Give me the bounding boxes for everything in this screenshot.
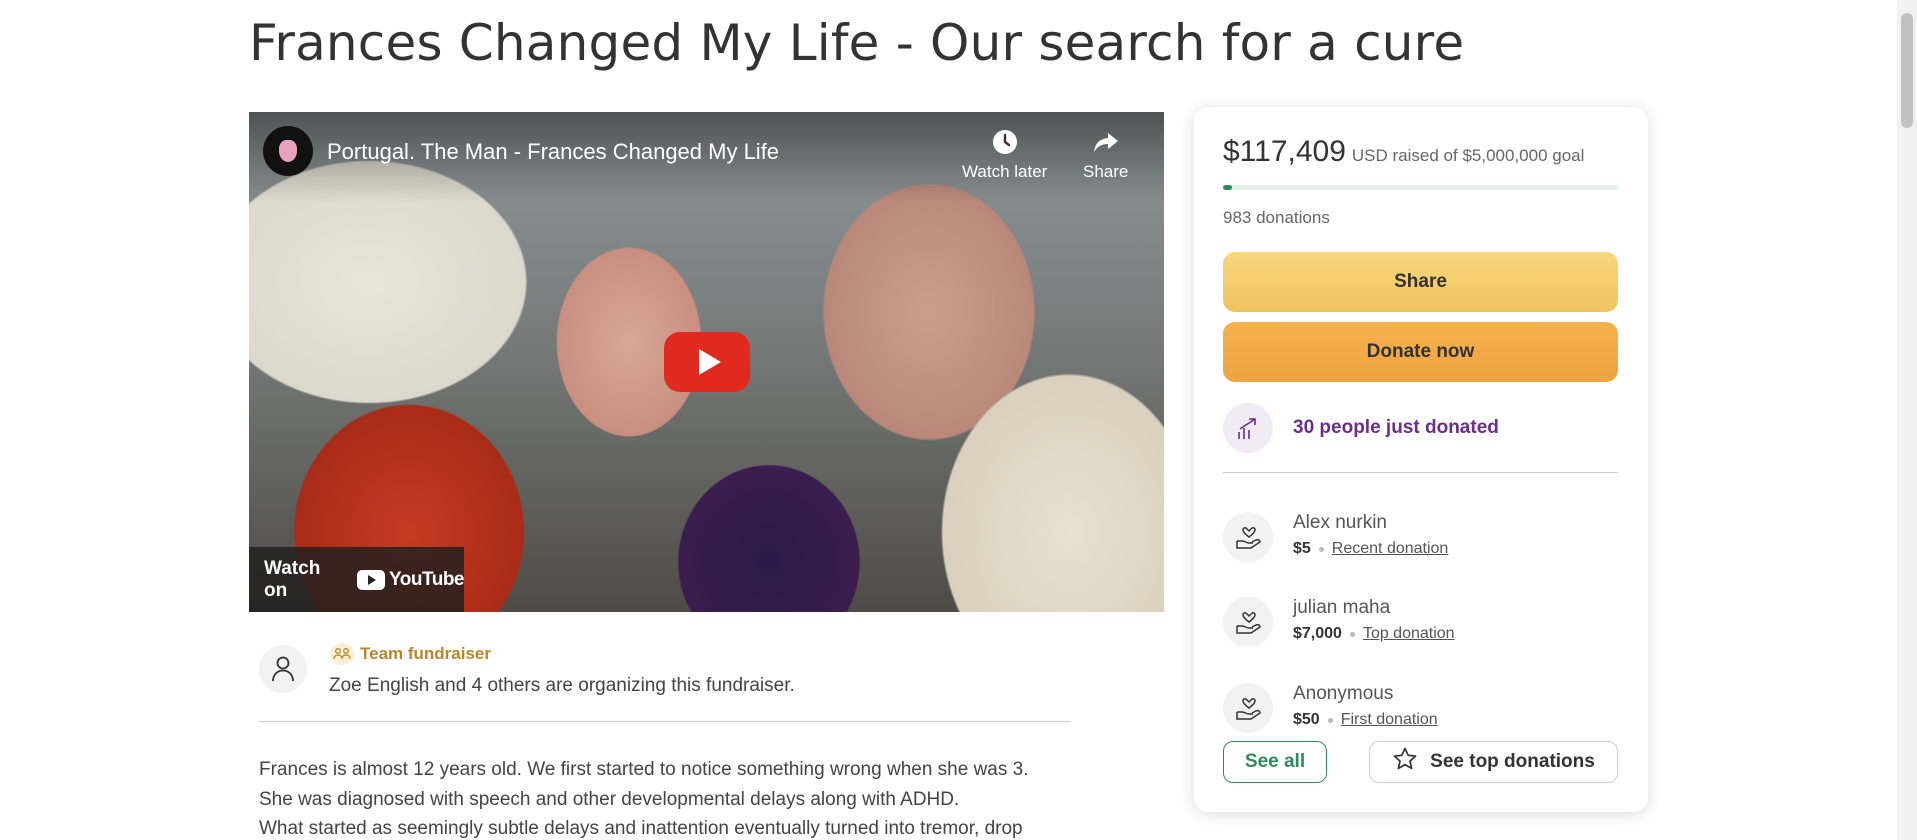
youtube-video-player[interactable]: Portugal. The Man - Frances Changed My L… bbox=[249, 112, 1164, 612]
recent-donations-trend: 30 people just donated bbox=[1223, 403, 1499, 453]
donor-item: Alex nurkin $5 Recent donation bbox=[1223, 512, 1448, 562]
goal-text: USD raised of $5,000,000 goal bbox=[1351, 146, 1585, 165]
watch-on-youtube-button[interactable]: Watch on YouTube bbox=[249, 547, 464, 612]
donor-name: Alex nurkin bbox=[1293, 512, 1387, 533]
team-fundraiser-badge: Team fundraiser bbox=[330, 643, 491, 665]
recent-donation-link[interactable]: Recent donation bbox=[1332, 540, 1449, 558]
top-donation-link[interactable]: Top donation bbox=[1363, 625, 1455, 643]
donation-card: $117,409 USD raised of $5,000,000 goal 9… bbox=[1194, 107, 1648, 812]
watch-on-label: Watch on bbox=[264, 557, 321, 601]
donation-hand-icon bbox=[1223, 683, 1273, 733]
donor-amount: $5 bbox=[1293, 540, 1311, 557]
scrollbar-thumb[interactable] bbox=[1901, 13, 1913, 128]
donor-amount: $7,000 bbox=[1293, 625, 1342, 642]
star-icon bbox=[1392, 746, 1418, 778]
share-arrow-icon bbox=[1092, 128, 1120, 156]
see-all-button[interactable]: See all bbox=[1223, 741, 1327, 783]
youtube-logo-text: YouTube bbox=[389, 568, 464, 590]
trending-up-icon bbox=[1223, 403, 1273, 453]
channel-avatar-icon[interactable] bbox=[263, 126, 313, 176]
story-text: Frances is almost 12 years old. We first… bbox=[259, 755, 1089, 840]
separator-dot bbox=[1327, 717, 1333, 723]
youtube-logo-icon bbox=[357, 569, 386, 590]
see-top-donations-button[interactable]: See top donations bbox=[1369, 741, 1618, 783]
first-donation-link[interactable]: First donation bbox=[1341, 711, 1438, 729]
amount-raised: $117,409 USD raised of $5,000,000 goal bbox=[1223, 135, 1584, 169]
video-share-label: Share bbox=[1083, 162, 1129, 181]
story-line: Frances is almost 12 years old. We first… bbox=[259, 759, 1029, 780]
donor-name: Anonymous bbox=[1293, 683, 1394, 704]
donation-count: 983 donations bbox=[1223, 208, 1330, 227]
watch-later-button[interactable]: Watch later bbox=[962, 128, 1047, 182]
amount-value: $117,409 bbox=[1223, 135, 1346, 168]
story-line: What started as seemingly subtle delays … bbox=[259, 818, 1023, 839]
donor-name: julian maha bbox=[1293, 597, 1391, 618]
video-share-button[interactable]: Share bbox=[1083, 128, 1128, 182]
donation-hand-icon bbox=[1223, 512, 1273, 562]
donor-amount: $50 bbox=[1293, 711, 1320, 728]
story-line: She was diagnosed with speech and other … bbox=[259, 788, 960, 810]
separator-dot bbox=[1318, 546, 1324, 552]
page-title: Frances Changed My Life - Our search for… bbox=[249, 14, 1465, 72]
watch-later-label: Watch later bbox=[962, 162, 1048, 181]
donor-item: julian maha $7,000 Top donation bbox=[1223, 597, 1455, 647]
video-title[interactable]: Portugal. The Man - Frances Changed My L… bbox=[327, 139, 779, 165]
divider bbox=[259, 721, 1070, 722]
team-icon bbox=[330, 643, 354, 665]
see-top-donations-label: See top donations bbox=[1430, 751, 1595, 772]
organizer-text: Zoe English and 4 others are organizing … bbox=[329, 675, 795, 696]
donor-item: Anonymous $50 First donation bbox=[1223, 683, 1438, 733]
page-scrollbar[interactable] bbox=[1897, 0, 1917, 840]
youtube-logo: YouTube bbox=[357, 569, 464, 591]
trend-text: 30 people just donated bbox=[1293, 417, 1499, 438]
user-icon bbox=[259, 645, 307, 693]
progress-fill bbox=[1223, 185, 1233, 190]
divider bbox=[1223, 472, 1618, 473]
team-fundraiser-label: Team fundraiser bbox=[360, 644, 492, 663]
clock-icon bbox=[991, 128, 1019, 156]
donate-now-button[interactable]: Donate now bbox=[1223, 322, 1618, 382]
separator-dot bbox=[1349, 631, 1355, 637]
donation-hand-icon bbox=[1223, 597, 1273, 647]
share-button[interactable]: Share bbox=[1223, 252, 1618, 312]
play-icon[interactable] bbox=[664, 332, 750, 392]
progress-bar bbox=[1223, 185, 1618, 190]
